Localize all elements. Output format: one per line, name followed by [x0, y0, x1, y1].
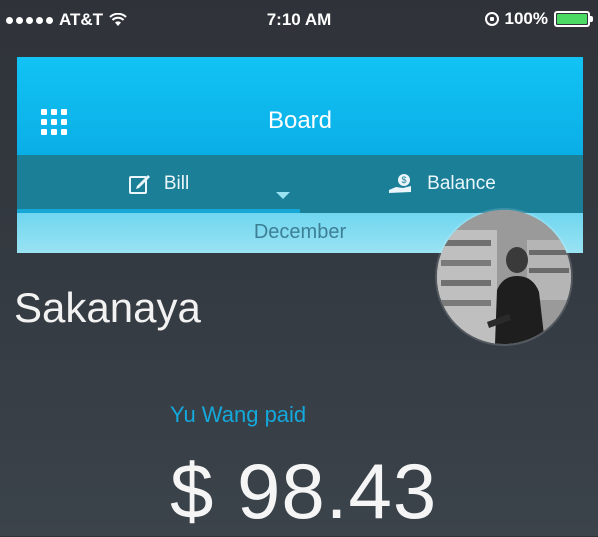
header-bar: Board	[17, 57, 583, 155]
month-caret-icon	[276, 192, 290, 199]
battery-icon	[554, 11, 593, 27]
tab-bill[interactable]: Bill	[17, 155, 300, 213]
battery-fill	[557, 14, 587, 24]
money-hand-icon: $	[389, 174, 412, 193]
tab-balance[interactable]: $ Balance	[300, 155, 583, 213]
tab-balance-label: Balance	[427, 173, 496, 194]
merchant-name: Sakanaya	[14, 284, 201, 331]
edit-icon	[128, 175, 150, 194]
tab-bill-label: Bill	[163, 173, 190, 194]
amount-value: $ 98.43	[170, 447, 438, 535]
battery-percent: 100%	[504, 9, 548, 28]
status-right-group: 100%	[484, 9, 593, 29]
svg-text:$: $	[402, 175, 407, 185]
payer-label: Yu Wang paid	[170, 402, 307, 427]
rotation-lock-icon	[484, 12, 499, 26]
status-bar: AT&T 7:10 AM 100%	[0, 0, 598, 40]
user-avatar-photo	[437, 210, 571, 344]
tab-bar: Bill $ Balance	[17, 155, 583, 213]
page-title: Board	[267, 107, 333, 134]
avatar[interactable]	[437, 210, 571, 344]
